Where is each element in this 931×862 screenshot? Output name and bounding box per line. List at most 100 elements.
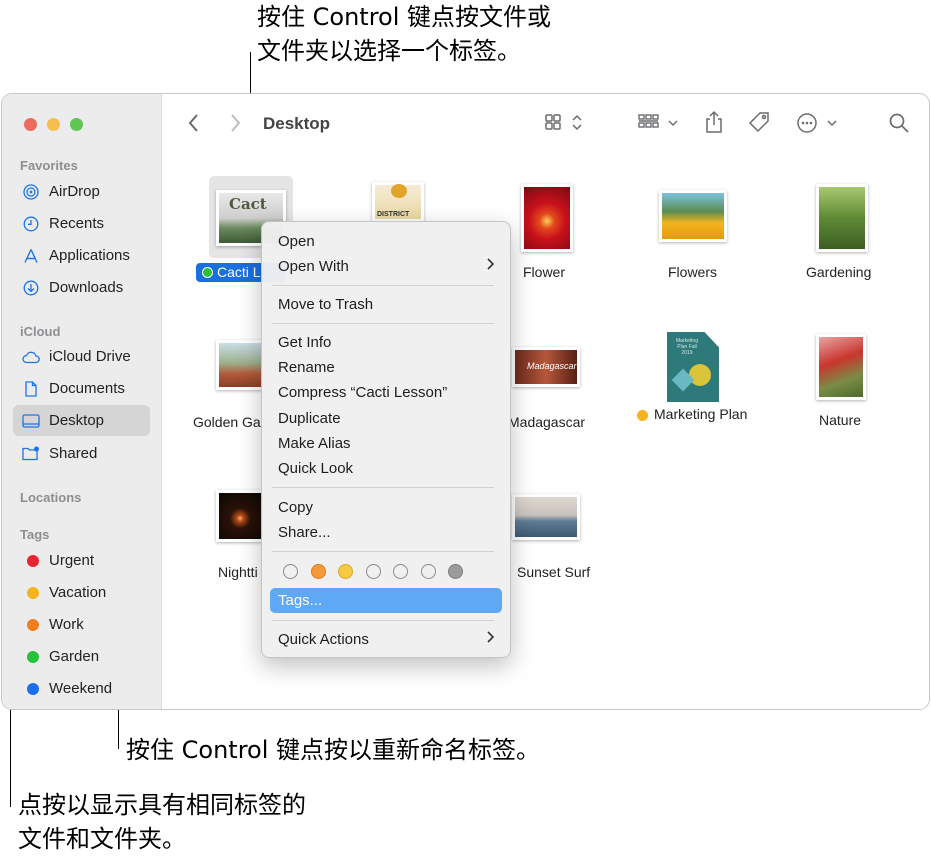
sidebar: Favorites AirDrop Recents Applications D… — [2, 94, 162, 709]
sidebar-tag-garden[interactable]: Garden — [13, 641, 150, 672]
sidebar-tag-vacation[interactable]: Vacation — [13, 577, 150, 608]
forward-chevron-icon[interactable] — [229, 113, 241, 137]
sidebar-item-label: Shared — [49, 445, 98, 462]
thumbnail-sunset-surf — [512, 494, 580, 540]
applications-icon — [22, 247, 40, 265]
file-label: Nature — [819, 412, 862, 428]
menu-item-open-with[interactable]: Open With — [278, 258, 349, 275]
menu-separator — [272, 323, 494, 324]
sidebar-tag-work[interactable]: Work — [13, 609, 150, 640]
favorites-header: Favorites — [20, 158, 78, 173]
minimize-window-button[interactable] — [47, 118, 60, 131]
file-label: Nightti — [218, 564, 258, 580]
tag-dot-orange — [27, 618, 39, 631]
clock-icon — [22, 215, 40, 233]
menu-item-open[interactable]: Open — [278, 233, 315, 250]
callout-top-line2: 文件夹以选择一个标签。 — [257, 37, 521, 65]
menu-item-compress[interactable]: Compress “Cacti Lesson” — [278, 384, 447, 401]
sidebar-item-label: Documents — [49, 380, 125, 397]
desktop-icon — [22, 412, 40, 430]
file-label: Madagascar — [508, 414, 586, 430]
sidebar-tag-urgent[interactable]: Urgent — [13, 545, 150, 576]
sidebar-item-recents[interactable]: Recents — [13, 208, 150, 239]
document-icon — [22, 380, 40, 398]
tag-color-empty[interactable] — [421, 564, 436, 579]
tag-color-orange[interactable] — [311, 564, 326, 579]
menu-item-make-alias[interactable]: Make Alias — [278, 435, 351, 452]
file-label: Golden Ga — [193, 414, 261, 430]
menu-item-quick-look[interactable]: Quick Look — [278, 460, 353, 477]
callout-rename-tag: 按住 Control 键点按以重新命名标签。 — [126, 736, 541, 764]
sidebar-tag-weekend[interactable]: Weekend — [13, 673, 150, 704]
sidebar-item-downloads[interactable]: Downloads — [13, 272, 150, 303]
callout-show-tagged: 点按以显示具有相同标签的 文件和文件夹。 — [18, 788, 306, 856]
tag-color-none[interactable] — [283, 564, 298, 579]
sidebar-item-label: Work — [49, 616, 84, 633]
thumbnail-gardening — [816, 184, 868, 252]
thumbnail-nature — [816, 334, 866, 400]
menu-item-move-to-trash[interactable]: Move to Trash — [278, 296, 373, 313]
file-label: Flowers — [668, 264, 718, 280]
sidebar-item-label: Applications — [49, 247, 130, 264]
sidebar-item-airdrop[interactable]: AirDrop — [13, 176, 150, 207]
thumbnail-district: DISTRICT — [372, 182, 424, 222]
fruit-shape — [391, 184, 407, 198]
menu-item-rename[interactable]: Rename — [278, 359, 335, 376]
search-icon[interactable] — [888, 112, 910, 138]
grid-view-icon[interactable] — [544, 113, 586, 137]
sidebar-item-desktop[interactable]: Desktop — [13, 405, 150, 436]
callout-bot-line1: 点按以显示具有相同标签的 — [18, 791, 306, 819]
finder-window: Favorites AirDrop Recents Applications D… — [1, 93, 930, 710]
sidebar-item-icloud-drive[interactable]: iCloud Drive — [13, 341, 150, 372]
share-icon[interactable] — [704, 110, 724, 138]
zoom-window-button[interactable] — [70, 118, 83, 131]
menu-item-share[interactable]: Share... — [278, 524, 331, 541]
menu-separator — [272, 285, 494, 286]
cloud-icon — [22, 348, 40, 366]
sidebar-item-shared[interactable]: Shared — [13, 438, 150, 469]
sidebar-item-documents[interactable]: Documents — [13, 373, 150, 404]
chevron-right-icon — [486, 257, 495, 274]
sidebar-item-label: Vacation — [49, 584, 107, 601]
file-nature[interactable]: Nature — [772, 334, 912, 428]
icloud-header: iCloud — [20, 324, 61, 339]
sidebar-item-label: Garden — [49, 648, 100, 665]
file-flowers[interactable]: Flowers — [624, 190, 764, 280]
sidebar-item-label: Desktop — [49, 412, 105, 429]
menu-item-quick-actions[interactable]: Quick Actions — [278, 631, 369, 648]
window-title: Desktop — [263, 114, 331, 133]
thumbnail-flower — [521, 184, 573, 252]
thumbnail-marketing-plan: Marketing Plan Fall 2019 — [667, 332, 719, 402]
file-label: Gardening — [806, 264, 872, 280]
menu-item-tags[interactable]: Tags... — [278, 592, 322, 609]
tag-color-empty[interactable] — [393, 564, 408, 579]
thumbnail-madagascar: Madagascar — [512, 347, 580, 387]
sidebar-item-label: Urgent — [49, 552, 95, 569]
tag-color-gray[interactable] — [448, 564, 463, 579]
menu-separator — [272, 487, 494, 488]
more-icon[interactable] — [796, 112, 840, 138]
file-marketing-plan[interactable]: Marketing Plan Fall 2019 Marketing Plan — [634, 332, 774, 425]
menu-item-duplicate[interactable]: Duplicate — [278, 410, 341, 427]
tag-dot-yellow — [637, 410, 648, 421]
tag-color-empty[interactable] — [366, 564, 381, 579]
file-label: Sunset Surf — [517, 564, 591, 580]
sidebar-item-applications[interactable]: Applications — [13, 240, 150, 271]
tag-color-yellow[interactable] — [338, 564, 353, 579]
sidebar-item-label: iCloud Drive — [49, 348, 131, 365]
group-icon[interactable] — [638, 113, 682, 137]
thumbnail-flowers — [659, 190, 727, 242]
download-icon — [22, 279, 40, 297]
menu-separator — [272, 620, 494, 621]
context-menu: Open Open With Move to Trash Get Info Re… — [261, 221, 511, 658]
menu-item-get-info[interactable]: Get Info — [278, 334, 331, 351]
thumbnail-golden-gate — [216, 340, 266, 390]
back-chevron-icon[interactable] — [188, 113, 200, 137]
shared-folder-icon — [22, 445, 40, 463]
menu-separator — [272, 551, 494, 552]
close-window-button[interactable] — [24, 118, 37, 131]
file-gardening[interactable]: Gardening — [772, 184, 912, 280]
menu-item-copy[interactable]: Copy — [278, 499, 313, 516]
callout-select-tag: 按住 Control 键点按文件或 文件夹以选择一个标签。 — [257, 0, 551, 68]
tag-icon[interactable] — [747, 111, 771, 139]
